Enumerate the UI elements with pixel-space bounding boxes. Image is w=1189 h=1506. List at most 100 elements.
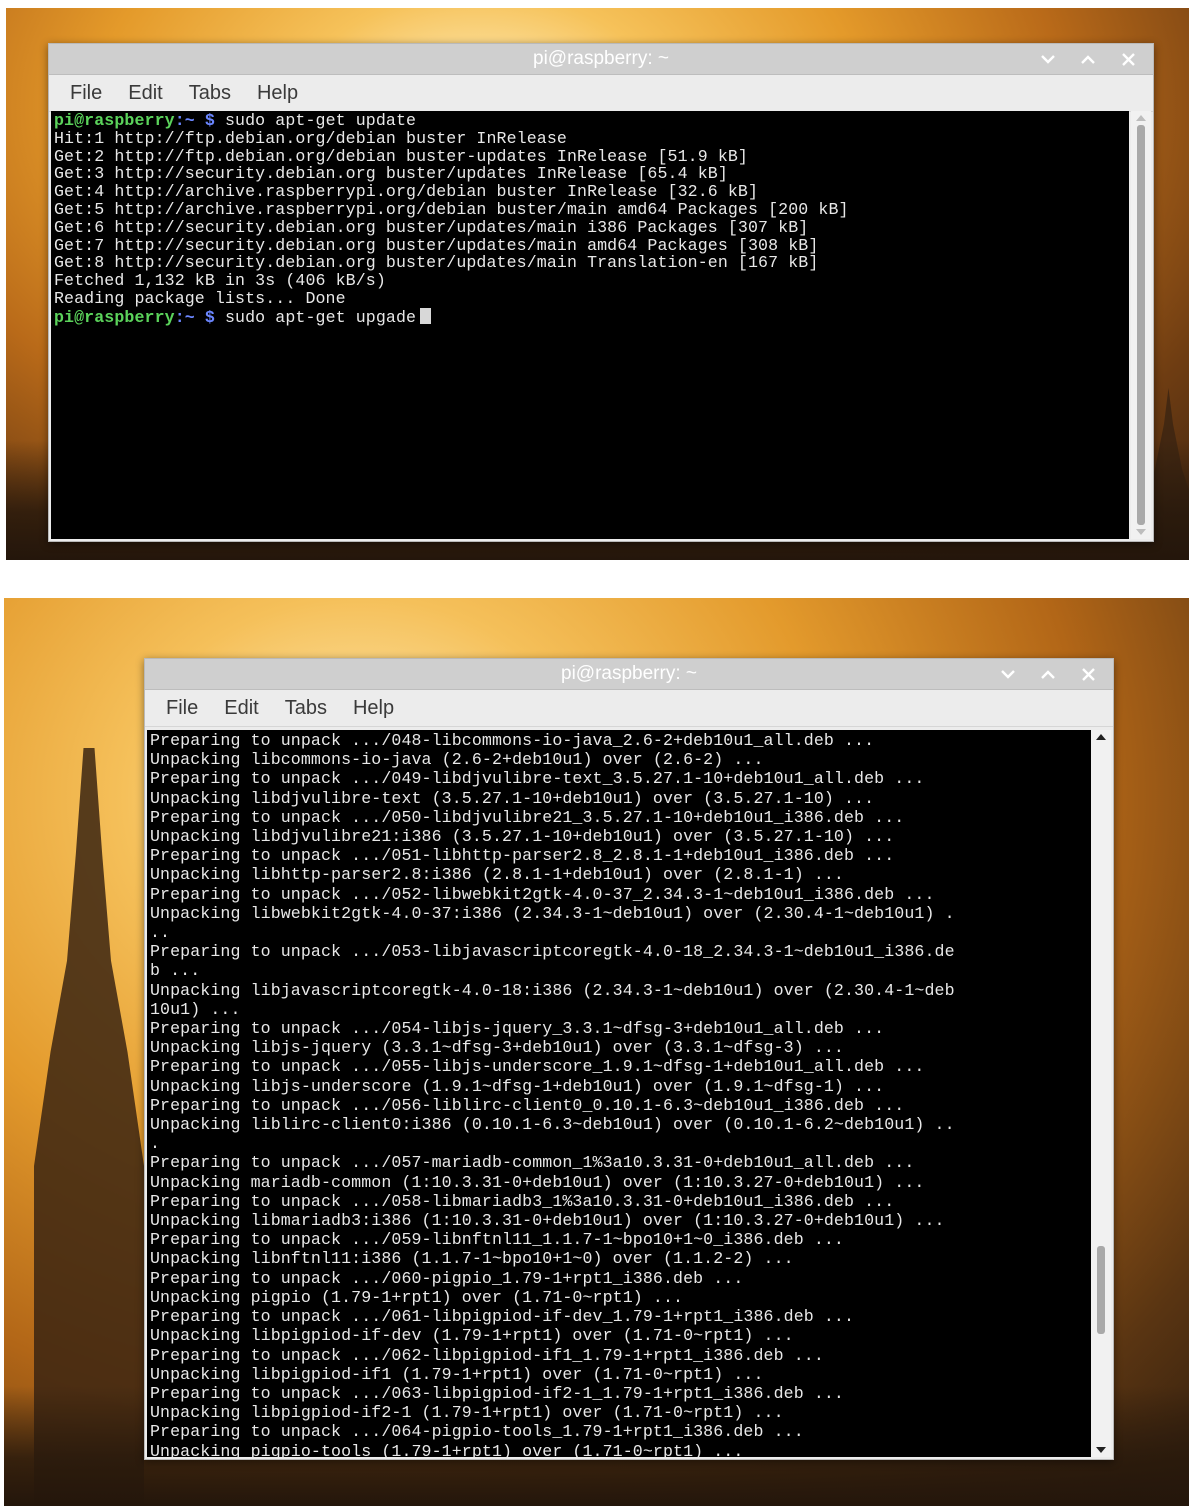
output-text: Get:8 http://security.debian.org buster/… xyxy=(54,253,819,273)
output-text: Get:5 http://archive.raspberrypi.org/deb… xyxy=(54,199,849,219)
terminal-line: Preparing to unpack .../054-libjs-jquery… xyxy=(150,1019,1091,1038)
terminal-line: Preparing to unpack .../053-libjavascrip… xyxy=(150,942,1091,961)
terminal-line: Get:4 http://archive.raspberrypi.org/deb… xyxy=(54,183,1129,201)
terminal-line: Preparing to unpack .../049-libdjvulibre… xyxy=(150,769,1091,788)
output-text: Preparing to unpack .../051-libhttp-pars… xyxy=(150,846,895,866)
output-text: Unpacking libpigpiod-if-dev (1.79-1+rpt1… xyxy=(150,1326,794,1346)
terminal-output[interactable]: Preparing to unpack .../048-libcommons-i… xyxy=(147,730,1091,1457)
terminal-line: Get:8 http://security.debian.org buster/… xyxy=(54,254,1129,272)
output-text: Preparing to unpack .../058-libmariadb3_… xyxy=(150,1191,895,1211)
menu-file[interactable]: File xyxy=(57,82,115,105)
output-text: Unpacking libcommons-io-java (2.6-2+deb1… xyxy=(150,750,764,770)
vertical-scrollbar[interactable] xyxy=(1091,730,1111,1457)
output-text: Unpacking libhttp-parser2.8:i386 (2.8.1-… xyxy=(150,865,844,885)
output-text: Get:2 http://ftp.debian.org/debian buste… xyxy=(54,146,748,166)
scroll-up-icon[interactable] xyxy=(1131,111,1151,125)
menu-tabs[interactable]: Tabs xyxy=(272,697,340,720)
chevron-down-icon[interactable] xyxy=(997,663,1019,685)
terminal-line: Preparing to unpack .../061-libpigpiod-i… xyxy=(150,1307,1091,1326)
scrollbar-thumb[interactable] xyxy=(1137,125,1145,525)
terminal-line: Hit:1 http://ftp.debian.org/debian buste… xyxy=(54,129,1129,148)
terminal-line: Unpacking libpigpiod-if1 (1.79-1+rpt1) o… xyxy=(150,1365,1091,1384)
terminal-line: Unpacking libmariadb3:i386 (1:10.3.31-0+… xyxy=(150,1211,1091,1230)
terminal-line: Unpacking libjs-jquery (3.3.1~dfsg-3+deb… xyxy=(150,1038,1091,1057)
terminal-line: Preparing to unpack .../052-libwebkit2gt… xyxy=(150,885,1091,904)
window-titlebar[interactable]: pi@raspberry: ~ xyxy=(145,659,1113,690)
command-text: sudo apt-get update xyxy=(214,111,417,130)
terminal-line: Unpacking libjavascriptcoregtk-4.0-18:i3… xyxy=(150,981,1091,1000)
terminal-output[interactable]: pi@raspberry:~ $ sudo apt-get update Hit:… xyxy=(51,111,1129,539)
output-text: Get:6 http://security.debian.org buster/… xyxy=(54,217,809,237)
output-text: Reading package lists... Done xyxy=(54,288,346,308)
scroll-down-icon[interactable] xyxy=(1091,1443,1111,1457)
terminal-line: Preparing to unpack .../055-libjs-unders… xyxy=(150,1057,1091,1076)
menu-edit[interactable]: Edit xyxy=(115,82,175,105)
output-text: Fetched 1,132 kB in 3s (406 kB/s) xyxy=(54,271,386,291)
output-text: Unpacking pigpio (1.79-1+rpt1) over (1.7… xyxy=(150,1287,684,1307)
chevron-up-icon[interactable] xyxy=(1037,663,1059,685)
terminal-line: Unpacking libpigpiod-if-dev (1.79-1+rpt1… xyxy=(150,1326,1091,1345)
command-text: sudo apt-get upgade xyxy=(214,307,417,327)
terminal-line: Unpacking libwebkit2gtk-4.0-37:i386 (2.3… xyxy=(150,904,1091,923)
close-icon[interactable] xyxy=(1117,48,1139,70)
vertical-scrollbar[interactable] xyxy=(1131,111,1151,539)
terminal-line: Unpacking libnftnl11:i386 (1.1.7-1~bpo10… xyxy=(150,1249,1091,1268)
output-text: Preparing to unpack .../059-libnftnl11_1… xyxy=(150,1230,844,1250)
menu-tabs[interactable]: Tabs xyxy=(176,82,244,105)
terminal-line: Preparing to unpack .../048-libcommons-i… xyxy=(150,731,1091,750)
menu-file[interactable]: File xyxy=(153,697,211,720)
output-text: Unpacking libdjvulibre21:i386 (3.5.27.1-… xyxy=(150,827,895,847)
close-icon[interactable] xyxy=(1077,663,1099,685)
window-title: pi@raspberry: ~ xyxy=(533,48,669,69)
terminal-line: Get:6 http://security.debian.org buster/… xyxy=(54,217,1129,237)
output-text: Preparing to unpack .../050-libdjvulibre… xyxy=(150,807,905,827)
terminal-line: . xyxy=(150,1134,1091,1153)
menu-help[interactable]: Help xyxy=(340,697,407,720)
terminal-line: Unpacking liblirc-client0:i386 (0.10.1-6… xyxy=(150,1115,1091,1134)
window-titlebar[interactable]: pi@raspberry: ~ xyxy=(49,44,1153,75)
terminal-window-upgrade: pi@raspberry: ~ File Edit Tabs Help Prep… xyxy=(144,658,1114,1460)
output-text: Get:3 http://security.debian.org buster/… xyxy=(54,164,728,184)
menu-help[interactable]: Help xyxy=(244,82,311,105)
terminal-line: Unpacking libjs-underscore (1.9.1~dfsg-1… xyxy=(150,1077,1091,1096)
scrollbar-thumb[interactable] xyxy=(1097,1246,1105,1334)
output-text: Unpacking libwebkit2gtk-4.0-37:i386 (2.3… xyxy=(150,903,955,923)
prompt-path: :~ $ xyxy=(174,307,215,327)
terminal-line: Preparing to unpack .../051-libhttp-pars… xyxy=(150,846,1091,865)
output-text: Unpacking libpigpiod-if2-1 (1.79-1+rpt1)… xyxy=(150,1403,784,1423)
output-text: Preparing to unpack .../049-libdjvulibre… xyxy=(150,769,925,789)
output-text: Preparing to unpack .../063-libpigpiod-i… xyxy=(150,1383,844,1403)
terminal-line: Preparing to unpack .../058-libmariadb3_… xyxy=(150,1192,1091,1211)
output-text: Preparing to unpack .../053-libjavascrip… xyxy=(150,942,955,962)
terminal-line: Unpacking pigpio-tools (1.79-1+rpt1) ove… xyxy=(150,1442,1091,1457)
chevron-up-icon[interactable] xyxy=(1077,48,1099,70)
output-text: Unpacking libjs-jquery (3.3.1~dfsg-3+deb… xyxy=(150,1038,844,1058)
output-text: .. xyxy=(150,923,171,943)
output-text: Unpacking libjavascriptcoregtk-4.0-18:i3… xyxy=(150,980,955,1000)
terminal-line: Unpacking mariadb-common (1:10.3.31-0+de… xyxy=(150,1173,1091,1192)
terminal-line: Unpacking libcommons-io-java (2.6-2+deb1… xyxy=(150,750,1091,769)
output-text: Unpacking libmariadb3:i386 (1:10.3.31-0+… xyxy=(150,1211,945,1231)
menu-edit[interactable]: Edit xyxy=(211,697,271,720)
output-text: Preparing to unpack .../056-liblirc-clie… xyxy=(150,1095,905,1115)
output-text: Unpacking liblirc-client0:i386 (0.10.1-6… xyxy=(150,1115,955,1135)
prompt-path: :~ $ xyxy=(174,111,215,130)
scroll-down-icon[interactable] xyxy=(1131,525,1151,539)
output-text: Preparing to unpack .../048-libcommons-i… xyxy=(150,731,875,750)
terminal-line: Fetched 1,132 kB in 3s (406 kB/s) xyxy=(54,272,1129,290)
terminal-line: Preparing to unpack .../056-liblirc-clie… xyxy=(150,1096,1091,1115)
window-controls xyxy=(1037,44,1139,74)
terminal-line: Preparing to unpack .../064-pigpio-tools… xyxy=(150,1422,1091,1441)
output-text: Preparing to unpack .../055-libjs-unders… xyxy=(150,1057,925,1077)
output-text: Preparing to unpack .../060-pigpio_1.79-… xyxy=(150,1268,744,1288)
output-text: . xyxy=(150,1134,161,1154)
chevron-down-icon[interactable] xyxy=(1037,48,1059,70)
scroll-up-icon[interactable] xyxy=(1091,730,1111,744)
prompt-user: pi@raspberry xyxy=(54,111,175,130)
terminal-line: Preparing to unpack .../063-libpigpiod-i… xyxy=(150,1384,1091,1403)
terminal-line: Reading package lists... Done xyxy=(54,290,1129,308)
output-text: Preparing to unpack .../054-libjs-jquery… xyxy=(150,1019,885,1039)
terminal-line: Preparing to unpack .../057-mariadb-comm… xyxy=(150,1153,1091,1172)
text-cursor xyxy=(420,307,432,324)
terminal-line: Get:7 http://security.debian.org buster/… xyxy=(54,236,1129,255)
